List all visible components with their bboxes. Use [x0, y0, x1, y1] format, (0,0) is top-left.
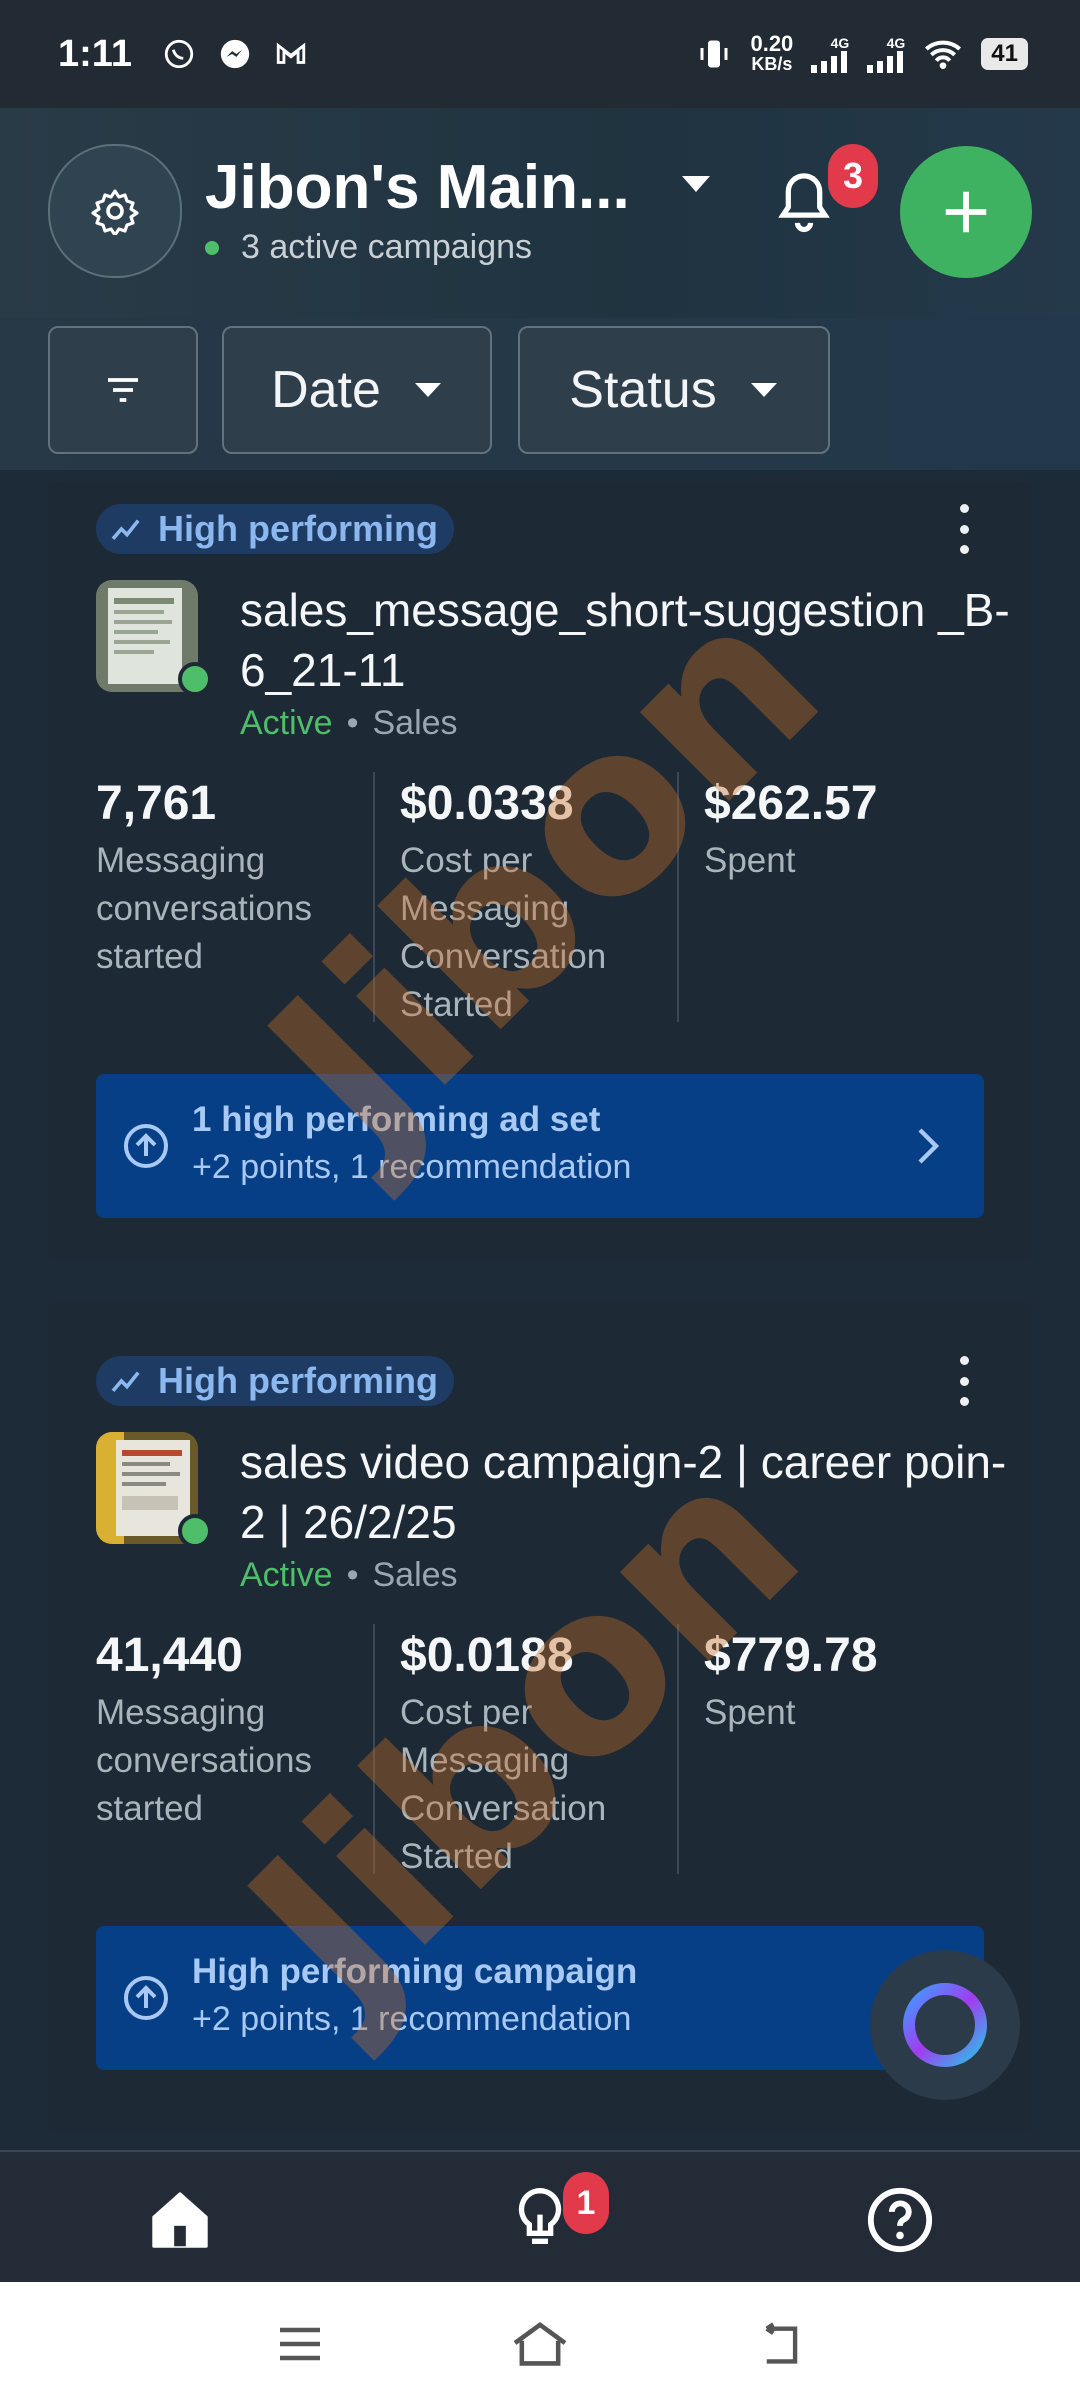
more-options-button[interactable] [944, 1356, 984, 1406]
trend-up-icon [111, 1371, 140, 1392]
whatsapp-icon [164, 39, 194, 69]
bell-icon[interactable] [772, 168, 836, 236]
status-bar: 1:11 0.20 KB/s 4G 4G 41 [0, 0, 1080, 108]
ai-assistant-icon [903, 1983, 987, 2067]
notification-badge: 3 [828, 144, 878, 208]
active-indicator [178, 662, 212, 696]
divider [677, 772, 679, 1022]
wifi-icon [925, 40, 962, 69]
ai-assistant-button[interactable] [870, 1950, 1020, 2100]
divider [373, 772, 375, 1022]
metric-spent: $779.78 Spent [704, 1629, 878, 1732]
account-header: Jibon's Main... 3 active campaigns 3 [0, 108, 1080, 318]
active-indicator [178, 1514, 212, 1548]
messenger-icon [220, 39, 250, 69]
metric-cost-per-conversation: $0.0338 Cost per Messaging Conversation … [400, 777, 607, 1024]
signal-sim1: 4G [811, 35, 849, 73]
divider [373, 1624, 375, 1874]
status-dot [205, 240, 219, 255]
active-campaigns-status: 3 active campaigns [205, 228, 532, 267]
filter-icon [108, 378, 138, 402]
nav-help[interactable] [860, 2180, 940, 2260]
account-title[interactable]: Jibon's Main... [205, 152, 630, 223]
network-speed: 0.20 KB/s [750, 31, 794, 75]
chevron-down-icon [750, 383, 777, 397]
system-navigation-bar [0, 2282, 1080, 2408]
menu-icon[interactable] [275, 2324, 325, 2364]
filter-button[interactable] [48, 326, 198, 454]
signal-sim2: 4G [867, 35, 905, 73]
recommendation-banner[interactable]: 1 high performing ad set +2 points, 1 re… [96, 1074, 984, 1218]
clock: 1:11 [58, 32, 132, 75]
help-icon [867, 2187, 933, 2253]
gmail-icon [276, 42, 306, 64]
campaign-card[interactable]: High performing sales_message_short-sugg… [48, 482, 1032, 1260]
campaign-status: Active • Sales [240, 1556, 458, 1594]
metric-spent: $262.57 Spent [704, 777, 878, 880]
recommendation-banner[interactable]: High performing campaign +2 points, 1 re… [96, 1926, 984, 2070]
arrow-up-circle-icon [124, 1976, 168, 2020]
back-icon[interactable] [755, 2320, 809, 2368]
chevron-down-icon[interactable] [680, 174, 712, 194]
metric-conversations: 41,440 Messaging conversations started [96, 1629, 312, 1828]
arrow-up-circle-icon [124, 1124, 168, 1168]
plus-icon [945, 191, 987, 233]
metric-cost-per-conversation: $0.0188 Cost per Messaging Conversation … [400, 1629, 607, 1876]
campaign-name[interactable]: sales_message_short-suggestion _B-6_21-1… [240, 580, 1020, 700]
metric-conversations: 7,761 Messaging conversations started [96, 777, 312, 976]
divider [677, 1624, 679, 1874]
date-filter-dropdown[interactable]: Date [222, 326, 492, 454]
performance-badge: High performing [96, 504, 454, 554]
home-icon [152, 2192, 208, 2248]
filter-bar: Date Status [0, 318, 1080, 470]
settings-button[interactable] [48, 144, 182, 278]
chevron-right-icon [918, 1128, 940, 1164]
vibrate-icon [700, 40, 728, 68]
create-campaign-button[interactable] [900, 146, 1032, 278]
nav-home[interactable] [140, 2180, 220, 2260]
ideas-badge: 1 [563, 2172, 609, 2234]
more-options-button[interactable] [944, 504, 984, 554]
campaign-name[interactable]: sales video campaign-2 | career poin-2 |… [240, 1432, 1020, 1552]
home-outline-icon[interactable] [508, 2318, 572, 2368]
campaign-status: Active • Sales [240, 704, 458, 742]
status-filter-dropdown[interactable]: Status [518, 326, 830, 454]
performance-badge: High performing [96, 1356, 454, 1406]
battery-indicator: 41 [981, 38, 1028, 70]
gear-icon [91, 189, 139, 235]
bottom-navigation: 1 [0, 2150, 1080, 2284]
chevron-down-icon [414, 383, 441, 397]
trend-up-icon [111, 519, 140, 540]
